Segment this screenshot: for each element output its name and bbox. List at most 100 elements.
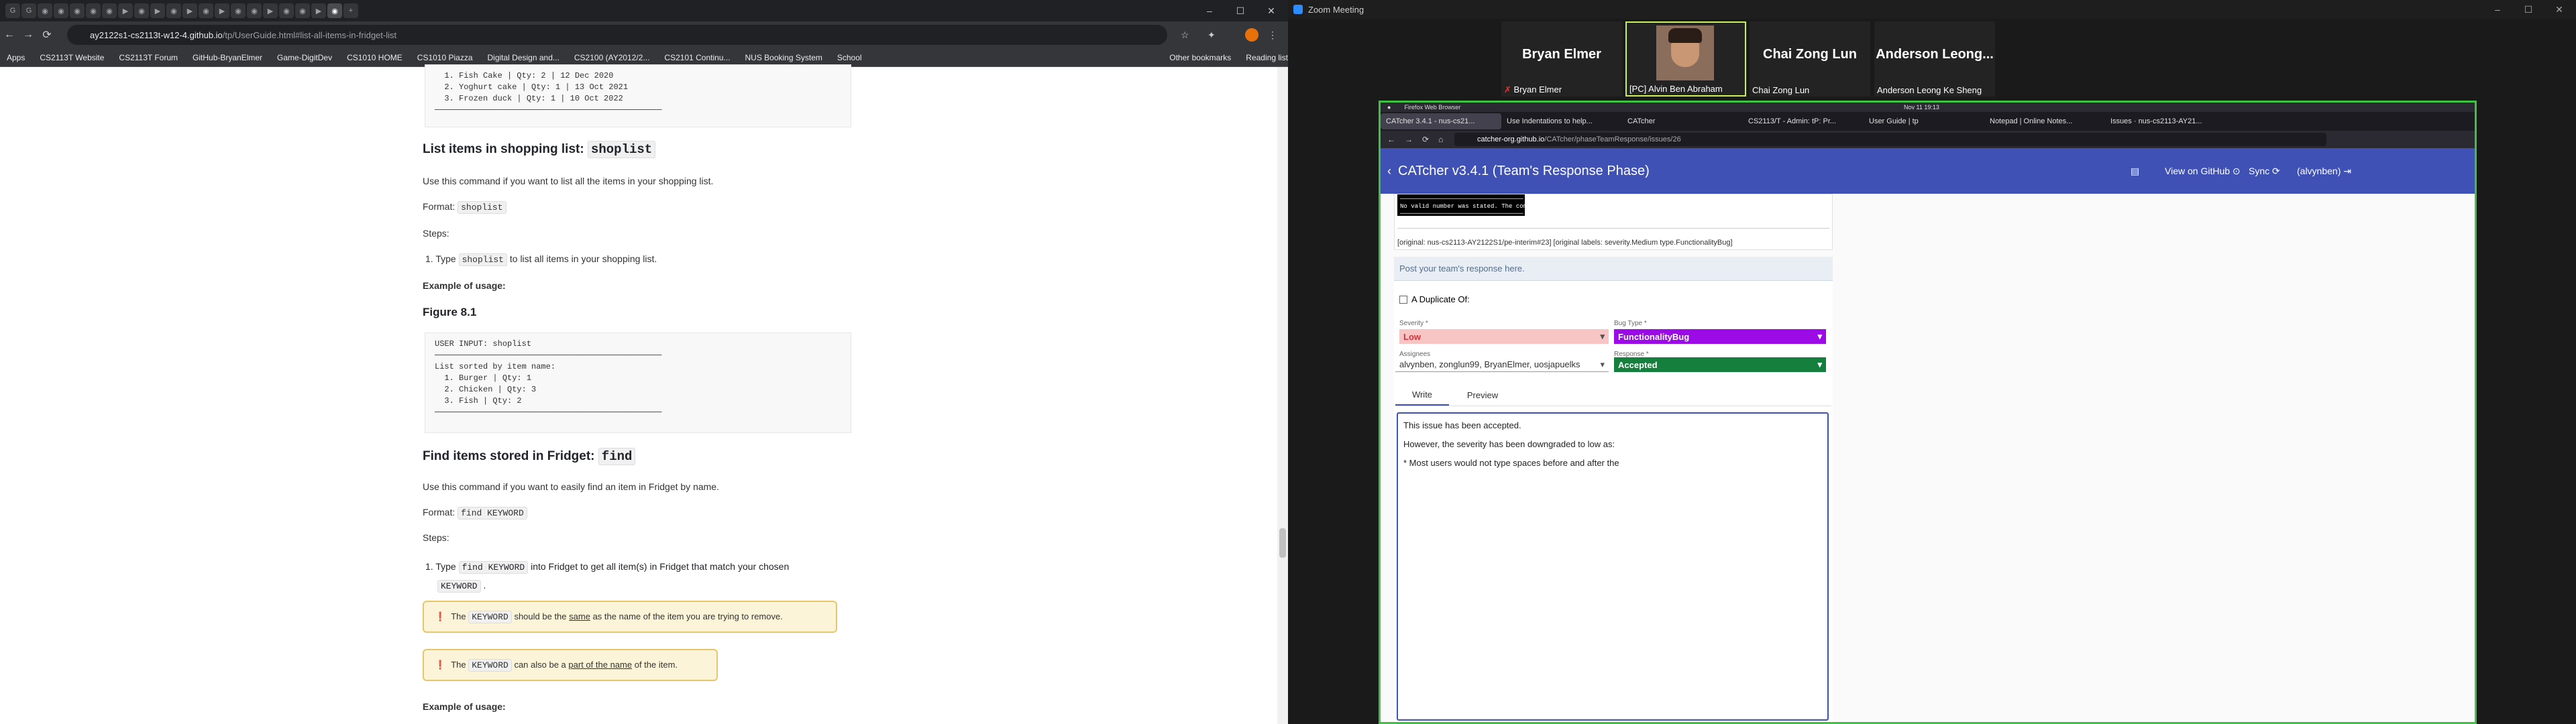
menu-icon[interactable]: ⋮ (1268, 29, 1277, 41)
tab-icon[interactable]: G (5, 3, 20, 18)
bookmark-item[interactable]: School (837, 53, 862, 62)
divider (1397, 228, 1829, 229)
tab-icon[interactable]: ◉ (199, 3, 213, 18)
os-top-bar: ● Firefox Web Browser Nov 11 19:13 (1381, 103, 2475, 112)
tab-icon[interactable]: ◉ (231, 3, 246, 18)
bookmark-item[interactable]: CS2101 Continu... (664, 53, 730, 62)
view-on-github-link[interactable]: View on GitHub ⊙ (2165, 166, 2241, 177)
find-step-1: 1. Type find KEYWORD into Fridget to get… (425, 561, 790, 593)
tab-icon[interactable]: ◉ (134, 3, 149, 18)
tab-icon[interactable]: ◉ (295, 3, 310, 18)
tab-icon[interactable]: ◉ (166, 3, 181, 18)
reload-icon[interactable]: ⟳ (38, 28, 56, 42)
tab-icon[interactable]: ▶ (150, 3, 165, 18)
bookmark-item[interactable]: GitHub-BryanElmer (193, 53, 262, 62)
back-arrow-icon[interactable]: ‹ (1387, 164, 1391, 178)
firefox-tab[interactable]: Issues · nus-cs2113-AY21... (2105, 113, 2226, 129)
firefox-tab[interactable]: User Guide | tp (1864, 113, 1984, 129)
tab-icon[interactable]: ▶ (311, 3, 326, 18)
tab-icon[interactable]: ◉ (38, 3, 52, 18)
participant-tile-active[interactable]: [PC] Alvin Ben Abraham (1625, 21, 1746, 97)
steps-label: Steps: (423, 228, 449, 239)
avatar[interactable] (1245, 28, 1258, 42)
user-menu[interactable]: (alvynben) ⇥ (2297, 166, 2351, 177)
forward-icon[interactable]: → (1405, 135, 1413, 144)
back-icon[interactable]: ← (0, 29, 19, 41)
shoplist-step-1: 1. Type shoplist to list all items in yo… (425, 253, 657, 266)
tab-icon[interactable]: ▶ (263, 3, 278, 18)
bookmark-item[interactable]: CS1010 Piazza (417, 53, 473, 62)
sync-button[interactable]: Sync ⟳ (2249, 166, 2280, 177)
participant-tile[interactable]: Bryan Elmer ✗ Bryan Elmer (1501, 21, 1622, 97)
editor-line: However, the severity has been downgrade… (1403, 439, 1615, 449)
participant-tile[interactable]: Chai Zong Lun Chai Zong Lun (1750, 21, 1870, 97)
firefox-tab[interactable]: CATcher 3.4.1 - nus-cs21... (1381, 113, 1501, 129)
new-tab-icon[interactable]: + (343, 3, 358, 18)
tab-icon[interactable]: G (21, 3, 36, 18)
forward-icon[interactable]: → (19, 29, 38, 41)
bookmark-item[interactable]: CS2100 (AY2012/2... (574, 53, 650, 62)
clock: Nov 11 19:13 (1904, 104, 1939, 111)
bookmark-item[interactable]: CS2113T Website (40, 53, 104, 62)
minimize-icon[interactable]: – (1194, 0, 1225, 21)
star-icon[interactable]: ☆ (1181, 29, 1189, 41)
maximize-icon[interactable]: ☐ (2513, 0, 2544, 19)
back-icon[interactable]: ← (1387, 135, 1395, 144)
firefox-tab[interactable]: Notepad | Online Notes... (1984, 113, 2105, 129)
user-guide-page: 1. Fish Cake | Qty: 2 | 12 Dec 2020 2. Y… (0, 64, 1288, 724)
scrollbar-thumb[interactable] (1279, 528, 1286, 558)
tab-icon[interactable]: ◉ (54, 3, 68, 18)
tab-preview[interactable]: Preview (1456, 384, 1509, 406)
tab-icon[interactable]: ◉ (279, 3, 294, 18)
extensions-icon[interactable]: ✦ (1208, 29, 1216, 41)
app-title: CATcher v3.4.1 (Team's Response Phase) (1398, 163, 1650, 178)
bookmark-item[interactable]: CS1010 HOME (347, 53, 402, 62)
tab-icon[interactable]: ▶ (215, 3, 229, 18)
firefox-tab[interactable]: CS2113/T - Admin: tP: Pr... (1743, 113, 1864, 129)
participant-name: Bryan Elmer (1522, 47, 1601, 62)
bookmark-item[interactable]: Apps (7, 53, 25, 62)
tab-icon[interactable]: ◉ (247, 3, 262, 18)
bugtype-select[interactable]: FunctionalityBug ▾ (1614, 329, 1826, 344)
close-icon[interactable]: ✕ (2544, 0, 2575, 19)
duplicate-checkbox[interactable] (1399, 295, 1407, 304)
close-icon[interactable]: ✕ (1256, 0, 1287, 21)
tab-icon[interactable]: ▶ (118, 3, 133, 18)
tab-icon[interactable]: ◉ (70, 3, 85, 18)
reload-icon[interactable]: ⟳ (1422, 135, 1429, 144)
tab-icon[interactable]: ◉ (102, 3, 117, 18)
bookmark-item[interactable]: Other bookmarks (1169, 53, 1231, 62)
tab-icon[interactable]: ◉ (86, 3, 101, 18)
chevron-down-icon: ▾ (1600, 359, 1605, 369)
firefox-tab[interactable]: Use Indentations to help... (1501, 113, 1622, 129)
tab-icon-active[interactable]: ◉ (327, 3, 342, 18)
bookmark-item[interactable]: Game-DigitDev (277, 53, 332, 62)
shoplist-format: Format: shoplist (423, 201, 506, 214)
app-name: Firefox Web Browser (1404, 104, 1461, 111)
firefox-tab[interactable]: CATcher (1622, 113, 1743, 129)
tab-write[interactable]: Write (1395, 384, 1449, 406)
response-editor[interactable]: This issue has been accepted. However, t… (1397, 412, 1829, 721)
bookmark-item[interactable]: Digital Design and... (488, 53, 559, 62)
home-icon[interactable]: ⌂ (1438, 135, 1443, 144)
tab-icon[interactable]: ▶ (182, 3, 197, 18)
page-scrollbar[interactable] (1277, 67, 1288, 724)
response-select[interactable]: Accepted ▾ (1614, 357, 1826, 372)
url-field[interactable]: ay2122s1-cs2113t-w12-4.github.io/tp/User… (67, 25, 1167, 45)
severity-select[interactable]: Low ▾ (1399, 329, 1609, 344)
bookmark-item[interactable]: Reading list (1246, 53, 1288, 62)
alert-keyword-part: ❗ The KEYWORD can also be a part of the n… (423, 649, 718, 681)
minimize-icon[interactable]: – (2482, 0, 2513, 19)
screen-share: ● Firefox Web Browser Nov 11 19:13 CATch… (1379, 101, 2477, 724)
firefox-url-field[interactable]: catcher-org.github.io/CATcher/phaseTeamR… (1454, 133, 2326, 146)
bookmark-item[interactable]: CS2113T Forum (119, 53, 178, 62)
participant-tile[interactable]: Anderson Leong... Anderson Leong Ke Shen… (1874, 21, 1995, 97)
list-icon[interactable]: ▤ (2131, 166, 2139, 177)
maximize-icon[interactable]: ☐ (1225, 0, 1256, 21)
duplicate-checkbox-row[interactable]: A Duplicate Of: (1399, 294, 1470, 304)
url-host: ay2122s1-cs2113t-w12-4.github.io (90, 29, 223, 40)
zoom-logo-icon (1293, 5, 1303, 14)
bookmark-item[interactable]: NUS Booking System (745, 53, 822, 62)
assignees-select[interactable]: alvynben, zonglun99, BryanElmer, uosjapu… (1395, 357, 1609, 372)
participant-label: Chai Zong Lun (1752, 85, 1810, 95)
